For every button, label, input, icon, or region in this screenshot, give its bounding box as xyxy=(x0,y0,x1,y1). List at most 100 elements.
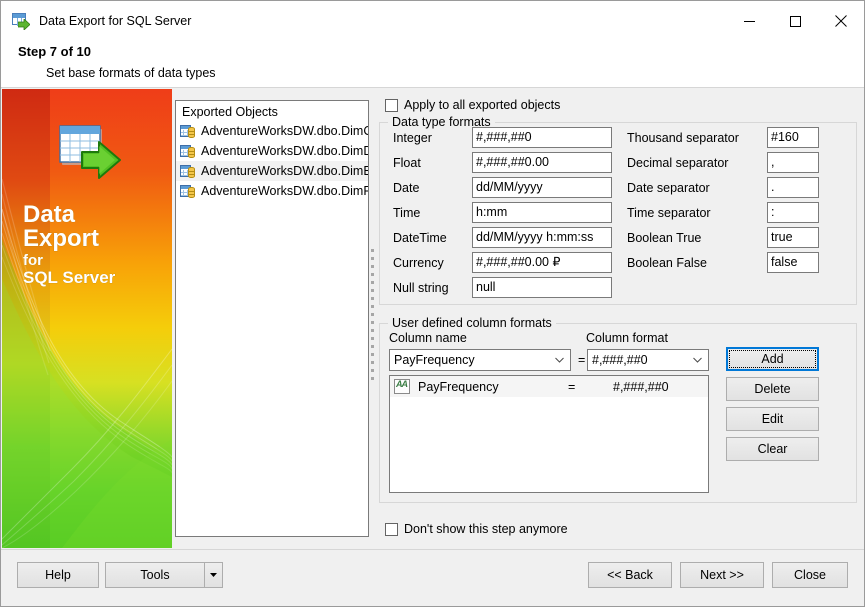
float-label: Float xyxy=(393,156,421,170)
thousand-separator-label: Thousand separator xyxy=(627,131,739,145)
maximize-icon[interactable] xyxy=(772,1,818,41)
table-icon xyxy=(180,124,196,139)
back-button[interactable]: << Back xyxy=(588,562,672,588)
help-button[interactable]: Help xyxy=(17,562,99,588)
time-separator-label: Time separator xyxy=(627,206,711,220)
data-export-icon xyxy=(11,11,31,31)
format-icon xyxy=(394,379,410,394)
title-bar: Data Export for SQL Server xyxy=(1,1,864,41)
list-item[interactable]: AdventureWorksDW.dbo.DimEn xyxy=(176,161,368,181)
back-button-label: << Back xyxy=(607,568,653,582)
datetime-label: DateTime xyxy=(393,231,447,245)
tools-button-label: Tools xyxy=(140,568,170,582)
user-formats-grid[interactable]: PayFrequency = #,###,##0 xyxy=(389,375,709,493)
row-format: #,###,##0 xyxy=(613,379,669,394)
integer-label: Integer xyxy=(393,131,432,145)
decimal-separator-input[interactable]: , xyxy=(767,152,819,173)
chevron-down-icon xyxy=(693,357,702,363)
null-string-label: Null string xyxy=(393,281,449,295)
edit-button-label: Edit xyxy=(761,412,784,426)
edit-button[interactable]: Edit xyxy=(726,407,819,431)
window-controls xyxy=(726,1,864,41)
wizard-content: Exported Objects AdventureWorksDW.dbo.Di… xyxy=(172,89,864,548)
formats-panel: Apply to all exported objects Data type … xyxy=(379,89,864,548)
currency-input[interactable]: #,###,##0.00 ₽ xyxy=(472,252,612,273)
close-icon[interactable] xyxy=(818,1,864,41)
date-input[interactable]: dd/MM/yyyy xyxy=(472,177,612,198)
null-string-input[interactable]: null xyxy=(472,277,612,298)
row-equals: = xyxy=(568,379,576,394)
checkbox-box xyxy=(385,522,398,536)
row-column-name: PayFrequency xyxy=(418,379,499,394)
column-name-value: PayFrequency xyxy=(394,353,475,367)
float-input[interactable]: #,###,##0.00 xyxy=(472,152,612,173)
equals-sign: = xyxy=(578,353,586,367)
boolean-false-label: Boolean False xyxy=(627,256,707,270)
svg-text:for: for xyxy=(23,252,43,269)
checkbox-box xyxy=(385,98,398,112)
wizard-footer: Help Tools << Back Next >> Close xyxy=(1,549,864,606)
date-separator-label: Date separator xyxy=(627,181,710,195)
boolean-true-label: Boolean True xyxy=(627,231,702,245)
panel-splitter[interactable] xyxy=(371,249,376,386)
data-export-wizard-window: Data Export for SQL Server Step 7 of 10 … xyxy=(0,0,865,607)
minimize-icon[interactable] xyxy=(726,1,772,41)
list-item[interactable]: AdventureWorksDW.dbo.DimD xyxy=(176,141,368,161)
table-icon xyxy=(180,184,196,199)
thousand-separator-input[interactable]: #160 xyxy=(767,127,819,148)
list-item-label: AdventureWorksDW.dbo.DimD xyxy=(201,144,368,158)
chevron-down-icon xyxy=(555,357,564,363)
next-button-label: Next >> xyxy=(700,568,744,582)
table-icon xyxy=(180,164,196,179)
time-separator-input[interactable]: : xyxy=(767,202,819,223)
window-title: Data Export for SQL Server xyxy=(39,14,192,28)
help-button-label: Help xyxy=(45,568,71,582)
wizard-header: Step 7 of 10 Set base formats of data ty… xyxy=(1,41,864,88)
integer-input[interactable]: #,###,##0 xyxy=(472,127,612,148)
product-banner: Data Export for SQL Server xyxy=(2,89,172,548)
step-description: Set base formats of data types xyxy=(46,66,216,80)
exported-objects-list[interactable]: Exported Objects AdventureWorksDW.dbo.Di… xyxy=(175,100,369,537)
table-icon xyxy=(180,144,196,159)
close-button[interactable]: Close xyxy=(772,562,848,588)
svg-text:SQL Server: SQL Server xyxy=(23,268,116,287)
delete-button[interactable]: Delete xyxy=(726,377,819,401)
svg-text:Data: Data xyxy=(23,201,76,228)
svg-text:Export: Export xyxy=(23,225,99,252)
add-button[interactable]: Add xyxy=(726,347,819,371)
exported-objects-header: Exported Objects xyxy=(182,105,278,119)
list-item[interactable]: AdventureWorksDW.dbo.DimC xyxy=(176,121,368,141)
dont-show-step-label: Don't show this step anymore xyxy=(404,522,568,536)
next-button[interactable]: Next >> xyxy=(680,562,764,588)
dont-show-step-checkbox[interactable]: Don't show this step anymore xyxy=(379,522,568,536)
column-format-combo[interactable]: #,###,##0 xyxy=(587,349,709,371)
apply-to-all-checkbox[interactable]: Apply to all exported objects xyxy=(379,98,560,112)
clear-button-label: Clear xyxy=(757,442,788,456)
caret-down-icon xyxy=(210,573,217,577)
currency-label: Currency xyxy=(393,256,444,270)
step-indicator: Step 7 of 10 xyxy=(18,44,91,59)
time-label: Time xyxy=(393,206,421,220)
table-row[interactable]: PayFrequency = #,###,##0 xyxy=(390,376,708,397)
boolean-true-input[interactable]: true xyxy=(767,227,819,248)
column-format-label: Column format xyxy=(586,331,668,345)
date-label: Date xyxy=(393,181,420,195)
delete-button-label: Delete xyxy=(754,382,791,396)
boolean-false-input[interactable]: false xyxy=(767,252,819,273)
close-button-label: Close xyxy=(794,568,826,582)
tools-dropdown-arrow[interactable] xyxy=(205,562,223,588)
decimal-separator-label: Decimal separator xyxy=(627,156,729,170)
apply-to-all-label: Apply to all exported objects xyxy=(404,98,561,112)
clear-button[interactable]: Clear xyxy=(726,437,819,461)
time-input[interactable]: h:mm xyxy=(472,202,612,223)
list-item[interactable]: AdventureWorksDW.dbo.DimP xyxy=(176,181,368,201)
column-name-label: Column name xyxy=(389,331,467,345)
column-name-combo[interactable]: PayFrequency xyxy=(389,349,571,371)
datetime-input[interactable]: dd/MM/yyyy h:mm:ss xyxy=(472,227,612,248)
tools-button[interactable]: Tools xyxy=(105,562,205,588)
list-item-label: AdventureWorksDW.dbo.DimP xyxy=(201,184,368,198)
list-item-label: AdventureWorksDW.dbo.DimEn xyxy=(201,164,368,178)
add-button-label: Add xyxy=(761,352,784,366)
column-format-value: #,###,##0 xyxy=(592,353,648,367)
date-separator-input[interactable]: . xyxy=(767,177,819,198)
